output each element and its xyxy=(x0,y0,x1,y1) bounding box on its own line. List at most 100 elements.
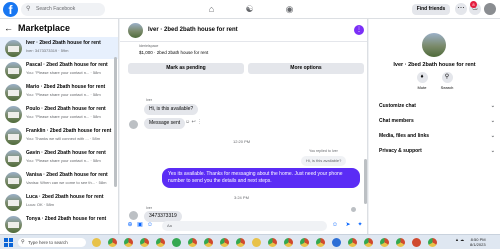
taskbar-app-icon[interactable] xyxy=(124,238,133,247)
emoji-icon[interactable]: ☺ xyxy=(331,221,339,229)
listing-thumbnail xyxy=(5,216,22,233)
conversation-item[interactable]: Iver · 2bed 2bath house for rent Iver: 3… xyxy=(0,37,118,59)
privacy-support-row[interactable]: Privacy & support ⌄ xyxy=(379,144,495,158)
conversation-preview: You: "Please share your contact n... · 5… xyxy=(26,158,101,163)
more-options-button[interactable]: More options xyxy=(248,63,364,74)
mute-button[interactable]: ♦ Mute xyxy=(410,72,434,90)
scrollbar[interactable] xyxy=(114,57,117,187)
conversation-item[interactable]: Franklin · 2bed 2bath house for rent You… xyxy=(0,125,118,147)
section-label: Chat members xyxy=(379,118,414,124)
search-button[interactable]: ⚲ Search xyxy=(435,72,459,90)
taskbar-app-icon[interactable] xyxy=(332,238,341,247)
listing-thumbnail[interactable] xyxy=(128,23,143,38)
conversation-item[interactable]: Tonya · 2bed 2bath house for rent xyxy=(0,213,118,234)
system-tray-icons[interactable]: ▲ ☁ xyxy=(455,237,464,242)
taskbar-search-input[interactable]: ⚲ Type here to search xyxy=(18,238,86,247)
taskbar-app-icon[interactable] xyxy=(204,238,213,247)
taskbar-app-icon[interactable] xyxy=(268,238,277,247)
listing-thumbnail xyxy=(5,128,22,145)
menu-icon[interactable]: ⋯ xyxy=(455,3,467,15)
panel-title: Marketplace xyxy=(18,23,71,33)
taskbar-app-icon[interactable] xyxy=(252,238,261,247)
mark-as-pending-button[interactable]: Mark as pending xyxy=(128,63,244,74)
taskbar-app-icon[interactable] xyxy=(220,238,229,247)
sender-avatar xyxy=(129,120,138,129)
info-icon[interactable]: ⋮ xyxy=(354,25,364,35)
listing-thumbnail xyxy=(5,194,22,211)
taskbar-app-icon[interactable] xyxy=(364,238,373,247)
taskbar-app-icon[interactable] xyxy=(172,238,181,247)
conversation-item[interactable]: Pascal · 2bed 2bath house for rent You: … xyxy=(0,59,118,81)
taskbar: ⚲ Type here to search ▲ ☁ 8:50 PM 8/1/20… xyxy=(0,234,500,249)
message-composer: ⊕ ▣ ☺ Aa ☺ ➤ ✦ xyxy=(120,218,368,234)
customize-chat-row[interactable]: Customize chat ⌄ xyxy=(379,99,495,113)
taskbar-app-icon[interactable] xyxy=(428,238,437,247)
top-bar: f ⚲ Search Facebook ⌂ ☯ ◉ Find friends ⋯… xyxy=(0,0,500,19)
taskbar-app-icon[interactable] xyxy=(412,238,421,247)
conversation-item[interactable]: Mario · 2bed 2bath house for rent You: "… xyxy=(0,81,118,103)
conversation-preview: You: Thanks we will connect with ... · 5… xyxy=(26,136,101,141)
search-label: Search xyxy=(440,85,454,90)
windows-start-icon[interactable] xyxy=(4,238,13,247)
message-sender: Iver xyxy=(146,98,152,102)
outgoing-message[interactable]: Yes its available. Thanks for messaging … xyxy=(162,168,360,188)
listing-price[interactable]: $1,000 · 2bed 2bath house for rent xyxy=(139,50,208,55)
incoming-message[interactable]: Hi, is this available? xyxy=(144,104,199,115)
taskbar-app-icon[interactable] xyxy=(300,238,309,247)
search-input[interactable]: ⚲ Search Facebook xyxy=(21,3,105,16)
conversation-item[interactable]: Poulo · 2bed 2bath house for rent You: "… xyxy=(0,103,118,125)
image-icon[interactable]: ▣ xyxy=(136,221,144,229)
taskbar-app-icon[interactable] xyxy=(348,238,357,247)
facebook-logo[interactable]: f xyxy=(3,2,18,17)
listing-thumbnail[interactable] xyxy=(422,33,446,57)
search-icon: ⚲ xyxy=(21,239,25,245)
find-friends-button[interactable]: Find friends xyxy=(412,4,450,15)
back-arrow-icon[interactable]: ← xyxy=(4,23,13,33)
avatar[interactable] xyxy=(484,3,496,15)
home-icon[interactable]: ⌂ xyxy=(206,4,217,15)
conversation-preview: You: "Please share your contact n... · 5… xyxy=(26,92,101,97)
media-files-links-row[interactable]: Media, files and links ⌄ xyxy=(379,129,495,143)
conversation-item[interactable]: Gavin · 2bed 2bath house for rent You: "… xyxy=(0,147,118,169)
conversation-name: Luca · 2bed 2bath house for rent xyxy=(26,194,104,200)
taskbar-app-icon[interactable] xyxy=(380,238,389,247)
conversation-item[interactable]: Luca · 2bed 2bath house for rent Luca: O… xyxy=(0,191,118,213)
plus-icon[interactable]: ⊕ xyxy=(126,221,134,229)
section-label: Privacy & support xyxy=(379,148,422,154)
conversation-list-panel: ← Marketplace Iver · 2bed 2bath house fo… xyxy=(0,19,119,234)
like-icon[interactable]: ✦ xyxy=(356,221,364,229)
search-placeholder: Search Facebook xyxy=(36,6,76,12)
groups-icon[interactable]: ☯ xyxy=(244,4,255,15)
sticker-icon[interactable]: ☺ xyxy=(146,221,154,229)
conversation-name: Gavin · 2bed 2bath house for rent xyxy=(26,150,106,156)
message-actions-icon[interactable]: ☺ ↩ ⋮ xyxy=(185,119,202,125)
taskbar-app-icon[interactable] xyxy=(92,238,101,247)
taskbar-app-icon[interactable] xyxy=(108,238,117,247)
conversation-name: Tonya · 2bed 2bath house for rent xyxy=(26,216,107,222)
conversation-name: Iver · 2bed 2bath house for rent xyxy=(26,40,101,46)
quoted-message[interactable]: Hi, is this available? xyxy=(301,156,347,166)
chat-title[interactable]: Iver · 2bed 2bath house for rent xyxy=(148,27,238,33)
incoming-message[interactable]: Message sent xyxy=(144,118,186,129)
listing-thumbnail xyxy=(5,150,22,167)
conversation-name: Franklin · 2bed 2bath house for rent xyxy=(26,128,112,134)
bell-icon: ♦ xyxy=(416,72,428,83)
scrollbar[interactable] xyxy=(364,159,367,204)
send-icon[interactable]: ➤ xyxy=(344,221,352,229)
taskbar-app-icon[interactable] xyxy=(316,238,325,247)
gaming-icon[interactable]: ◉ xyxy=(284,4,295,15)
taskbar-app-icon[interactable] xyxy=(396,238,405,247)
taskbar-app-icon[interactable] xyxy=(156,238,165,247)
clock[interactable]: 8:50 PM 8/1/2023 xyxy=(470,237,486,247)
conversation-name: Poulo · 2bed 2bath house for rent xyxy=(26,106,106,112)
listing-thumbnail xyxy=(5,40,22,57)
section-label: Media, files and links xyxy=(379,133,430,139)
taskbar-app-icon[interactable] xyxy=(140,238,149,247)
conversation-item[interactable]: Vanisa · 2bed 2bath house for rent Vanis… xyxy=(0,169,118,191)
chat-panel: Iver · 2bed 2bath house for rent ⋮ Ideri… xyxy=(120,19,368,234)
message-input[interactable]: Aa xyxy=(162,221,327,231)
taskbar-app-icon[interactable] xyxy=(284,238,293,247)
taskbar-app-icon[interactable] xyxy=(188,238,197,247)
taskbar-app-icon[interactable] xyxy=(236,238,245,247)
chat-members-row[interactable]: Chat members ⌄ xyxy=(379,114,495,128)
